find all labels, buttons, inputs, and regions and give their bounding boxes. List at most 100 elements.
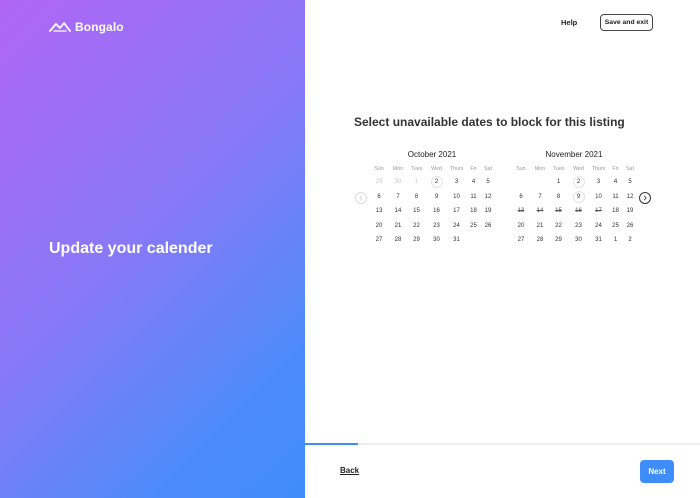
weekday-label: Thurs: [449, 166, 464, 172]
weekday-label: Sun: [374, 166, 384, 172]
day-cell[interactable]: 19: [623, 204, 637, 219]
day-cell[interactable]: 28: [389, 233, 407, 248]
weekday-label: Tues: [552, 166, 565, 172]
progress-bar: [305, 443, 700, 445]
day-cell[interactable]: 27: [369, 233, 389, 248]
day-grid: 29 30 1 2 3 4 5 6 7 8 9 10 11 12 13 14 1…: [369, 175, 495, 248]
day-cell[interactable]: 9: [426, 190, 447, 205]
next-button[interactable]: Next: [640, 460, 674, 483]
day-cell[interactable]: 6: [369, 190, 389, 205]
day-cell[interactable]: 2: [623, 233, 637, 248]
day-cell[interactable]: 26: [481, 219, 495, 234]
day-cell[interactable]: 27: [511, 233, 531, 248]
day-cell[interactable]: 14: [389, 204, 407, 219]
month-title: October 2021: [407, 150, 457, 159]
day-cell[interactable]: 5: [481, 175, 495, 190]
weekday-header: Sun Mon Tues Wed Thurs Fri Sat: [511, 166, 637, 175]
day-cell[interactable]: 3: [447, 175, 466, 190]
day-cell: [531, 175, 549, 190]
day-cell[interactable]: 2: [426, 175, 447, 190]
day-cell[interactable]: 5: [623, 175, 637, 190]
weekday-label: Wed: [431, 166, 442, 172]
day-cell-blocked[interactable]: 17: [589, 204, 608, 219]
day-cell[interactable]: 31: [589, 233, 608, 248]
back-button[interactable]: Back: [340, 466, 359, 475]
day-cell[interactable]: 8: [549, 190, 568, 205]
help-link[interactable]: Help: [561, 18, 577, 27]
weekday-label: Fri: [470, 166, 477, 172]
day-cell[interactable]: 31: [447, 233, 466, 248]
day-cell[interactable]: 21: [389, 219, 407, 234]
day-cell: 29: [375, 179, 383, 186]
day-cell[interactable]: 25: [466, 219, 481, 234]
weekday-header: Sun Mon Tues Wed Thurs Fri Sat: [369, 166, 495, 175]
day-cell[interactable]: 23: [568, 219, 589, 234]
day-cell[interactable]: 20: [511, 219, 531, 234]
save-and-exit-button[interactable]: Save and exit: [600, 14, 653, 31]
day-cell[interactable]: 6: [511, 190, 531, 205]
page-title: Select unavailable dates to block for th…: [354, 115, 625, 129]
previous-month-button[interactable]: [355, 192, 367, 204]
day-cell[interactable]: 1: [608, 233, 623, 248]
day-cell-blocked[interactable]: 13: [511, 204, 531, 219]
weekday-label: Sun: [516, 166, 526, 172]
day-cell[interactable]: 22: [549, 219, 568, 234]
day-cell[interactable]: 7: [531, 190, 549, 205]
house-logo-icon: [49, 22, 71, 32]
weekday-label: Sat: [626, 166, 634, 172]
day-cell[interactable]: 15: [407, 204, 426, 219]
day-cell[interactable]: 26: [623, 219, 637, 234]
day-cell-blocked[interactable]: 15: [549, 204, 568, 219]
brand-logo[interactable]: Bongalo: [49, 20, 124, 34]
day-cell[interactable]: 10: [447, 190, 466, 205]
day-grid: 1 2 3 4 5 6 7 8 9 10 11 12 13 14 15 16 1…: [511, 175, 637, 248]
weekday-label: Sat: [484, 166, 492, 172]
day-cell[interactable]: 18: [466, 204, 481, 219]
day-cell[interactable]: 29: [549, 233, 568, 248]
day-cell[interactable]: 11: [608, 190, 623, 205]
day-cell: 1: [414, 179, 419, 186]
day-cell[interactable]: 12: [481, 190, 495, 205]
day-cell: [481, 233, 495, 248]
day-cell[interactable]: 29: [407, 233, 426, 248]
day-cell[interactable]: 4: [466, 175, 481, 190]
day-cell[interactable]: 21: [531, 219, 549, 234]
main-panel: Help Save and exit Select unavailable da…: [305, 0, 700, 498]
day-cell: [511, 175, 531, 190]
day-cell[interactable]: 28: [531, 233, 549, 248]
day-cell[interactable]: 16: [426, 204, 447, 219]
day-cell-blocked[interactable]: 14: [531, 204, 549, 219]
day-cell[interactable]: 19: [481, 204, 495, 219]
chevron-left-icon: [359, 195, 363, 201]
day-cell[interactable]: 24: [447, 219, 466, 234]
day-cell[interactable]: 13: [369, 204, 389, 219]
day-cell[interactable]: 20: [369, 219, 389, 234]
next-month-button[interactable]: [639, 192, 651, 204]
day-cell[interactable]: 9: [568, 190, 589, 205]
calendar-month-october: October 2021 Sun Mon Tues Wed Thurs Fri …: [369, 150, 495, 248]
chevron-right-icon: [643, 195, 647, 201]
day-cell[interactable]: 2: [568, 175, 589, 190]
day-cell[interactable]: 25: [608, 219, 623, 234]
day-cell[interactable]: 4: [608, 175, 623, 190]
calendar-month-november: November 2021 Sun Mon Tues Wed Thurs Fri…: [511, 150, 637, 248]
day-cell[interactable]: 12: [623, 190, 637, 205]
day-cell-blocked[interactable]: 16: [568, 204, 589, 219]
day-cell[interactable]: 30: [426, 233, 447, 248]
day-cell[interactable]: 30: [568, 233, 589, 248]
day-cell[interactable]: 11: [466, 190, 481, 205]
day-cell[interactable]: 8: [407, 190, 426, 205]
day-cell[interactable]: 24: [589, 219, 608, 234]
day-cell[interactable]: 23: [426, 219, 447, 234]
day-cell: 30: [394, 179, 402, 186]
weekday-label: Thurs: [591, 166, 606, 172]
day-cell[interactable]: 7: [389, 190, 407, 205]
day-cell[interactable]: 17: [447, 204, 466, 219]
hero-panel: Bongalo Update your calender: [0, 0, 305, 498]
day-cell[interactable]: 18: [608, 204, 623, 219]
day-cell[interactable]: 1: [549, 175, 568, 190]
day-cell[interactable]: 10: [589, 190, 608, 205]
day-cell[interactable]: 22: [407, 219, 426, 234]
day-cell[interactable]: 3: [589, 175, 608, 190]
month-title: November 2021: [545, 150, 603, 159]
